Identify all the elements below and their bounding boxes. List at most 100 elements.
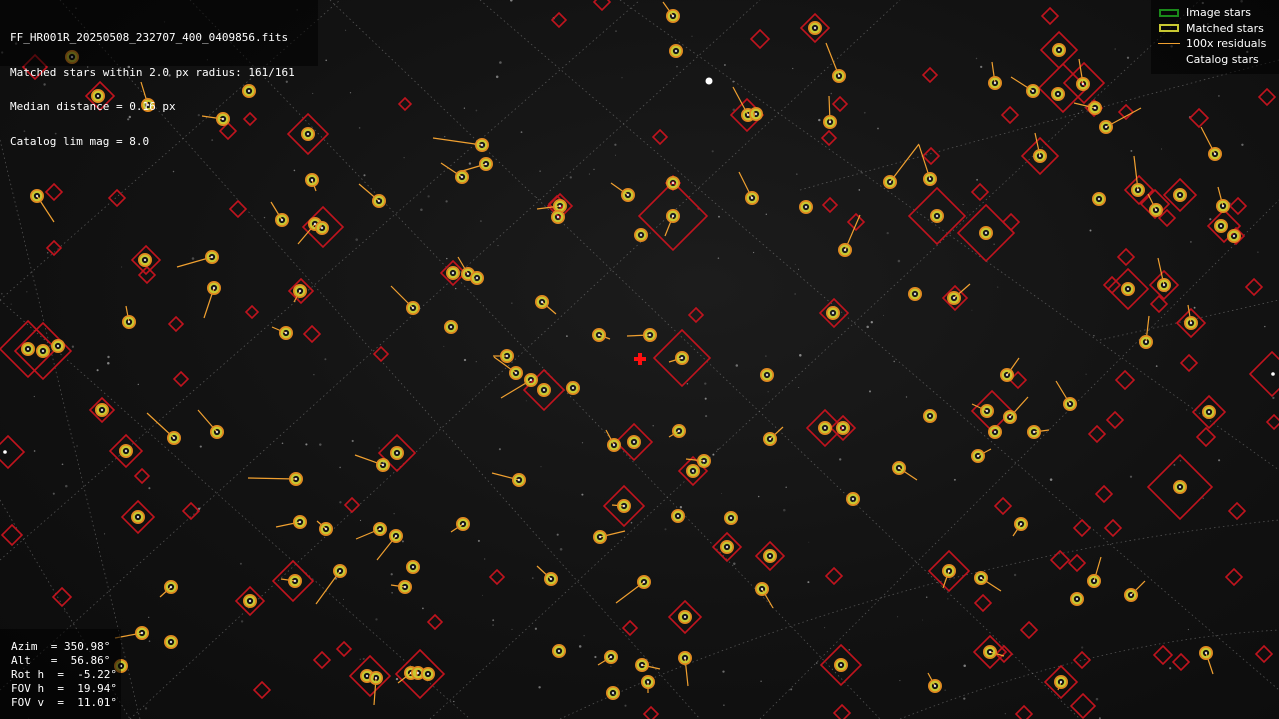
matched-star-marker <box>808 21 822 35</box>
catalog-star-marker <box>1179 353 1199 373</box>
matched-star-marker <box>243 594 257 608</box>
matched-star-marker <box>138 253 152 267</box>
catalog-star-marker <box>821 196 839 214</box>
catalog-star-marker <box>172 370 190 388</box>
matched-star-marker <box>1070 592 1084 606</box>
catalog-star-marker <box>592 0 612 12</box>
catalog-star-marker <box>51 586 73 608</box>
catalog-star-marker <box>1014 704 1034 719</box>
matched-star-marker <box>1051 87 1065 101</box>
catalog-star-marker <box>973 593 993 613</box>
matched-star-marker <box>1202 405 1216 419</box>
altitude-text: Alt = 56.86° <box>11 654 111 667</box>
catalog-star-marker <box>312 650 332 670</box>
matched-star-marker <box>634 228 648 242</box>
catalog-star-marker <box>244 304 260 320</box>
catalog-star-marker <box>832 703 852 719</box>
matched-star-marker <box>470 271 484 285</box>
matched-star-marker <box>36 344 50 358</box>
matched-star-marker <box>566 381 580 395</box>
matched-star-marker <box>1124 588 1138 602</box>
catalog-limit-text: Catalog lim mag = 8.0 <box>10 134 150 148</box>
matched-star-marker <box>980 404 994 418</box>
catalog-star-marker <box>820 129 838 147</box>
matched-star-marker <box>1000 368 1014 382</box>
matched-star-marker <box>592 328 606 342</box>
matched-star-marker <box>883 175 897 189</box>
matched-star-marker <box>500 349 514 363</box>
matched-star-marker <box>406 560 420 574</box>
matched-star-marker <box>697 454 711 468</box>
matched-star-marker <box>755 582 769 596</box>
matched-star-marker <box>1027 425 1041 439</box>
matched-star-marker <box>749 107 763 121</box>
matched-star-marker <box>167 431 181 445</box>
catalog-star-marker <box>1227 501 1247 521</box>
matched-star-marker <box>119 444 133 458</box>
catalog-star-marker <box>642 705 660 719</box>
catalog-star-marker <box>749 28 771 50</box>
catalog-star-marker <box>1019 620 1039 640</box>
catalog-star-marker <box>1224 567 1244 587</box>
matched-star-marker <box>1173 188 1187 202</box>
catalog-star-marker <box>1000 105 1020 125</box>
catalog-star-marker <box>1040 6 1060 26</box>
catalog-star-marker <box>1257 87 1277 107</box>
matched-star-marker <box>205 250 219 264</box>
matched-star-marker <box>131 510 145 524</box>
catalog-star-marker <box>302 324 322 344</box>
matched-star-marker <box>1227 229 1241 243</box>
matched-star-marker <box>446 266 460 280</box>
matched-star-marker <box>745 191 759 205</box>
catalog-star-marker <box>394 648 446 700</box>
matched-star-marker <box>333 564 347 578</box>
catalog-star-marker <box>1228 196 1248 216</box>
catalog-star-marker <box>1094 484 1114 504</box>
matched-star-marker <box>398 580 412 594</box>
matched-star-marker <box>942 564 956 578</box>
catalog-star-marker <box>651 128 669 146</box>
matched-star-marker <box>479 157 493 171</box>
azimuth-text: Azim = 350.98° <box>11 640 111 653</box>
matched-star-marker <box>95 403 109 417</box>
matched-star-marker <box>834 658 848 672</box>
matched-star-marker <box>763 432 777 446</box>
matched-star-marker <box>724 511 738 525</box>
matched-star-marker <box>389 529 403 543</box>
catalog-star-marker <box>167 315 185 333</box>
matched-star-marker <box>552 644 566 658</box>
matched-star-marker <box>164 580 178 594</box>
matched-star-marker <box>892 461 906 475</box>
matched-star-marker <box>678 610 692 624</box>
matched-star-marker <box>1092 192 1106 206</box>
matched-star-marker <box>551 210 565 224</box>
matched-star-marker <box>832 69 846 83</box>
legend-panel: Image stars Matched stars 100x residuals… <box>1151 0 1279 74</box>
matched-star-marker <box>1139 335 1153 349</box>
catalog-star-marker <box>921 66 939 84</box>
catalog-star-marker <box>372 345 390 363</box>
matched-star-marker <box>293 515 307 529</box>
matched-star-marker <box>1033 149 1047 163</box>
catalog-star-marker <box>0 523 24 547</box>
catalog-star-marker <box>1244 277 1264 297</box>
matched-star-marker <box>1149 203 1163 217</box>
matched-star-marker <box>455 170 469 184</box>
catalog-star-marker <box>621 619 639 637</box>
residual-line <box>432 137 483 146</box>
matched-star-marker <box>720 540 734 554</box>
matched-star-marker <box>553 199 567 213</box>
matched-star-marker <box>289 472 303 486</box>
matched-star-marker <box>1026 84 1040 98</box>
matched-star-marker <box>1087 574 1101 588</box>
matched-star-marker <box>1173 480 1187 494</box>
fov-vertical-text: FOV v = 11.01° <box>11 696 117 709</box>
catalog-star-marker <box>921 146 941 166</box>
catalog-star-marker <box>1254 644 1274 664</box>
edge-star <box>1271 372 1275 376</box>
matched-star-marker <box>373 522 387 536</box>
matched-star-marker <box>971 449 985 463</box>
median-distance-text: Median distance = 0.16 px <box>10 100 176 113</box>
residual-line-swatch-icon <box>1155 38 1183 50</box>
matched-star-marker <box>1014 517 1028 531</box>
